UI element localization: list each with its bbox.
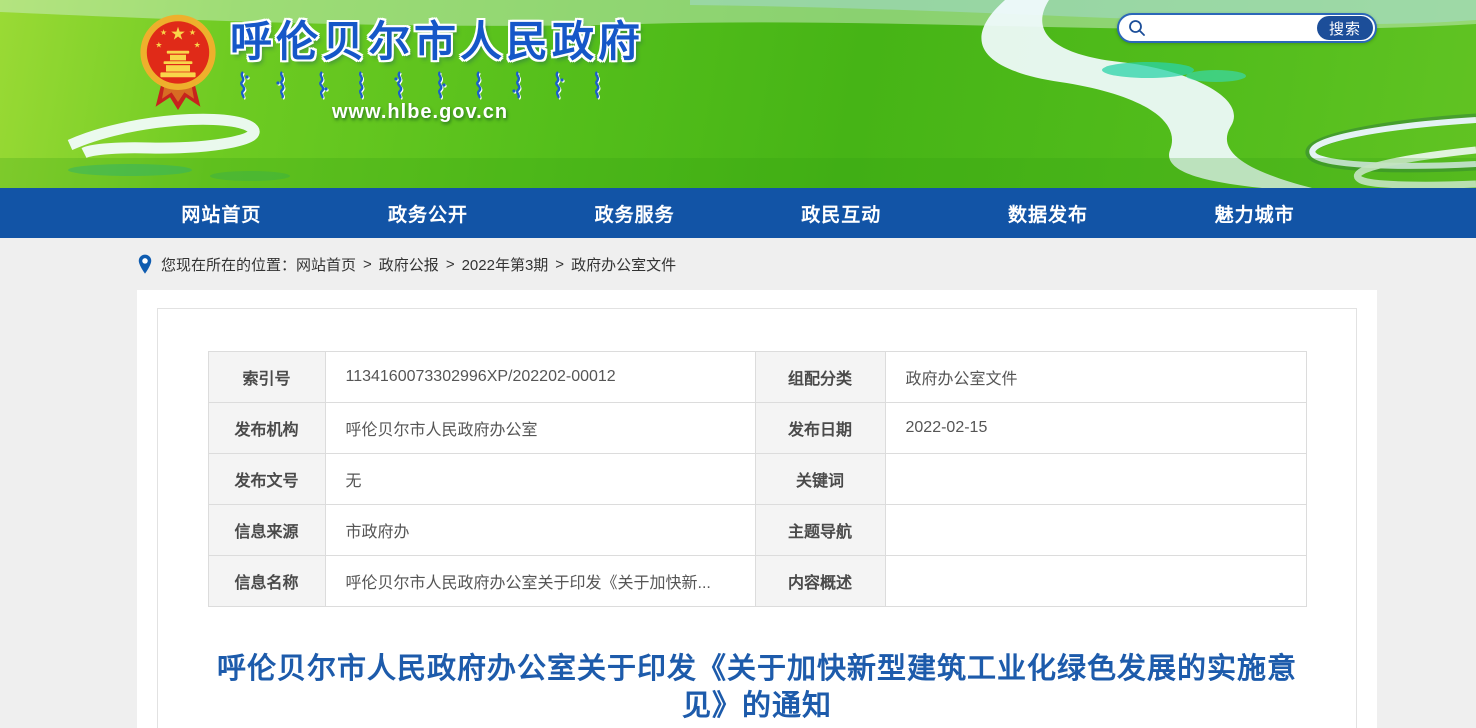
meta-value-document-number: 无 bbox=[325, 454, 755, 505]
nav-item-data-release[interactable]: 数据发布 bbox=[1008, 200, 1088, 227]
search-input[interactable] bbox=[1146, 17, 1317, 39]
meta-label-category: 组配分类 bbox=[755, 352, 885, 403]
document-meta-table: 索引号 1134160073302996XP/202202-00012 组配分类… bbox=[208, 351, 1307, 607]
svg-text:★: ★ bbox=[170, 24, 186, 44]
meta-value-summary bbox=[885, 556, 1306, 607]
table-row: 信息来源 市政府办 主题导航 bbox=[208, 505, 1306, 556]
breadcrumb-item-home[interactable]: 网站首页 bbox=[296, 254, 356, 275]
main-nav-inner: 网站首页 政务公开 政务服务 政民互动 数据发布 魅力城市 bbox=[118, 188, 1358, 238]
table-row: 信息名称 呼伦贝尔市人民政府办公室关于印发《关于加快新... 内容概述 bbox=[208, 556, 1306, 607]
breadcrumb-item-issue[interactable]: 2022年第3期 bbox=[462, 254, 549, 275]
meta-label-document-number: 发布文号 bbox=[208, 454, 325, 505]
meta-value-category: 政府办公室文件 bbox=[885, 352, 1306, 403]
nav-item-citizen-interaction[interactable]: 政民互动 bbox=[801, 200, 881, 227]
nav-item-gov-services[interactable]: 政务服务 bbox=[595, 200, 675, 227]
meta-value-topic-nav bbox=[885, 505, 1306, 556]
meta-label-topic-nav: 主题导航 bbox=[755, 505, 885, 556]
table-row: 发布机构 呼伦贝尔市人民政府办公室 发布日期 2022-02-15 bbox=[208, 403, 1306, 454]
meta-value-info-source: 市政府办 bbox=[325, 505, 755, 556]
breadcrumb: 您现在所在的位置： 网站首页 > 政府公报 > 2022年第3期 > 政府办公室… bbox=[0, 238, 1476, 290]
breadcrumb-item-office-docs[interactable]: 政府办公室文件 bbox=[571, 254, 676, 275]
table-row: 发布文号 无 关键词 bbox=[208, 454, 1306, 505]
content-card: 索引号 1134160073302996XP/202202-00012 组配分类… bbox=[137, 290, 1377, 728]
meta-value-publish-date: 2022-02-15 bbox=[885, 403, 1306, 454]
main-nav: 网站首页 政务公开 政务服务 政民互动 数据发布 魅力城市 bbox=[0, 188, 1476, 238]
breadcrumb-prefix: 您现在所在的位置： bbox=[161, 254, 296, 275]
nav-item-home[interactable]: 网站首页 bbox=[181, 200, 261, 227]
site-title: 呼伦贝尔市人民政府 bbox=[230, 8, 610, 69]
meta-value-keywords bbox=[885, 454, 1306, 505]
meta-label-info-source: 信息来源 bbox=[208, 505, 325, 556]
site-title-block: 呼伦贝尔市人民政府 www.hlbe.gov.cn bbox=[230, 8, 610, 124]
meta-label-publish-date: 发布日期 bbox=[755, 403, 885, 454]
location-pin-icon bbox=[137, 254, 153, 275]
search-button[interactable]: 搜索 bbox=[1317, 16, 1373, 40]
svg-text:★: ★ bbox=[189, 28, 196, 37]
svg-text:★: ★ bbox=[160, 28, 167, 37]
site-url: www.hlbe.gov.cn bbox=[230, 101, 610, 124]
document-panel: 索引号 1134160073302996XP/202202-00012 组配分类… bbox=[157, 308, 1357, 728]
nav-item-gov-disclosure[interactable]: 政务公开 bbox=[388, 200, 468, 227]
breadcrumb-separator: > bbox=[446, 256, 455, 273]
search-box: 搜索 bbox=[1117, 13, 1377, 43]
breadcrumb-item-gazette[interactable]: 政府公报 bbox=[379, 254, 439, 275]
document-title: 呼伦贝尔市人民政府办公室关于印发《关于加快新型建筑工业化绿色发展的实施意见》的通… bbox=[207, 651, 1307, 725]
national-emblem-icon: ★ ★ ★ ★ ★ bbox=[138, 12, 218, 112]
svg-text:★: ★ bbox=[155, 41, 162, 50]
site-brand[interactable]: ★ ★ ★ ★ ★ 呼伦贝尔市人民政府 bbox=[138, 8, 610, 124]
meta-label-issuing-agency: 发布机构 bbox=[208, 403, 325, 454]
page: ★ ★ ★ ★ ★ 呼伦贝尔市人民政府 bbox=[0, 0, 1476, 728]
meta-label-keywords: 关键词 bbox=[755, 454, 885, 505]
table-row: 索引号 1134160073302996XP/202202-00012 组配分类… bbox=[208, 352, 1306, 403]
header-banner: ★ ★ ★ ★ ★ 呼伦贝尔市人民政府 bbox=[0, 0, 1476, 188]
meta-label-summary: 内容概述 bbox=[755, 556, 885, 607]
meta-value-issuing-agency: 呼伦贝尔市人民政府办公室 bbox=[325, 403, 755, 454]
mongolian-script bbox=[230, 69, 610, 99]
svg-text:★: ★ bbox=[194, 41, 201, 50]
meta-value-index-number: 1134160073302996XP/202202-00012 bbox=[325, 352, 755, 403]
meta-value-info-name: 呼伦贝尔市人民政府办公室关于印发《关于加快新... bbox=[325, 556, 755, 607]
nav-item-city-charm[interactable]: 魅力城市 bbox=[1215, 200, 1295, 227]
breadcrumb-separator: > bbox=[363, 256, 372, 273]
search-icon bbox=[1128, 19, 1146, 37]
meta-label-info-name: 信息名称 bbox=[208, 556, 325, 607]
breadcrumb-separator: > bbox=[555, 256, 564, 273]
meta-label-index-number: 索引号 bbox=[208, 352, 325, 403]
